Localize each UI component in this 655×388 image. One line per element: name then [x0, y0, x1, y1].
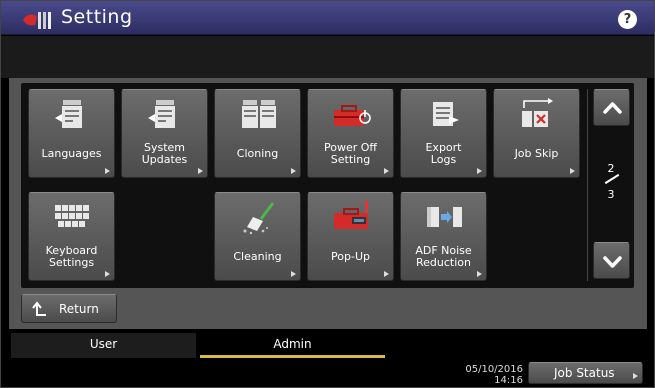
tile-power-off-setting[interactable]: Power Off Setting	[307, 89, 394, 178]
submenu-arrow-icon	[477, 271, 482, 277]
tile-system-updates[interactable]: System Updates	[121, 89, 208, 178]
page-title: Setting	[61, 6, 133, 28]
submenu-arrow-icon	[105, 168, 110, 174]
tile-cleaning[interactable]: Cleaning	[214, 192, 301, 281]
message-strip	[1, 36, 654, 78]
submenu-arrow-icon	[291, 271, 296, 277]
submenu-arrow-icon	[291, 168, 296, 174]
chevron-up-icon	[603, 102, 622, 114]
adf-noise-icon	[427, 207, 462, 227]
chevron-down-icon	[603, 256, 622, 268]
scroll-down-button[interactable]	[593, 242, 630, 279]
tile-cloning[interactable]: Cloning	[214, 89, 301, 178]
submenu-arrow-icon	[570, 168, 575, 174]
return-button[interactable]: Return	[21, 294, 117, 323]
page-separator	[604, 173, 620, 185]
page-indicator: 2 3	[600, 162, 622, 202]
tile-label: System Updates	[141, 141, 188, 166]
help-button[interactable]: ?	[618, 10, 637, 29]
tile-pop-up[interactable]: Pop-Up	[307, 192, 394, 281]
tile-label: Cleaning	[233, 250, 282, 263]
tile-languages[interactable]: Languages	[28, 89, 115, 178]
scroll-up-button[interactable]	[593, 89, 630, 126]
total-pages: 3	[607, 188, 615, 201]
scroll-divider	[587, 89, 588, 281]
title-bar: Setting ?	[1, 1, 654, 35]
power-off-toolbox-icon	[334, 105, 371, 126]
date-text: 05/10/2016	[465, 364, 523, 375]
submenu-arrow-icon	[477, 168, 482, 174]
cloning-icon	[242, 100, 276, 128]
tile-label: Power Off Setting	[324, 141, 377, 166]
setting-tools-icon	[23, 12, 51, 29]
return-label: Return	[59, 302, 99, 316]
tile-job-skip[interactable]: Job Skip	[493, 89, 580, 178]
tab-user[interactable]: User	[11, 333, 196, 358]
tile-label: ADF Noise Reduction	[415, 244, 472, 269]
pop-up-toolbox-icon	[334, 201, 368, 229]
current-page: 2	[607, 162, 615, 175]
keyboard-icon	[55, 205, 89, 227]
submenu-arrow-icon	[198, 168, 203, 174]
tile-label: Pop-Up	[331, 250, 370, 263]
tile-keyboard-settings[interactable]: Keyboard Settings	[28, 192, 115, 281]
submenu-arrow-icon	[384, 271, 389, 277]
tab-admin[interactable]: Admin	[200, 333, 385, 358]
job-skip-icon	[522, 98, 553, 127]
submenu-arrow-icon	[384, 168, 389, 174]
submenu-arrow-icon	[633, 373, 638, 379]
cleaning-broom-icon	[243, 202, 275, 235]
tile-label: Export Logs	[425, 141, 462, 166]
date-time: 05/10/2016 14:16	[455, 364, 523, 386]
tile-label: Keyboard Settings	[45, 244, 98, 269]
return-arrow-icon	[32, 301, 46, 316]
languages-icon	[55, 100, 82, 128]
tile-label: Job Skip	[514, 147, 559, 160]
tile-adf-noise-reduction[interactable]: ADF Noise Reduction	[400, 192, 487, 281]
submenu-arrow-icon	[105, 271, 110, 277]
time-text: 14:16	[494, 375, 523, 386]
tile-export-logs[interactable]: Export Logs	[400, 89, 487, 178]
tile-label: Languages	[41, 147, 102, 160]
job-status-button[interactable]: Job Status	[528, 362, 643, 384]
system-updates-icon	[148, 100, 175, 128]
tile-label: Cloning	[236, 147, 279, 160]
job-status-label: Job Status	[554, 366, 615, 380]
export-logs-icon	[433, 102, 459, 126]
